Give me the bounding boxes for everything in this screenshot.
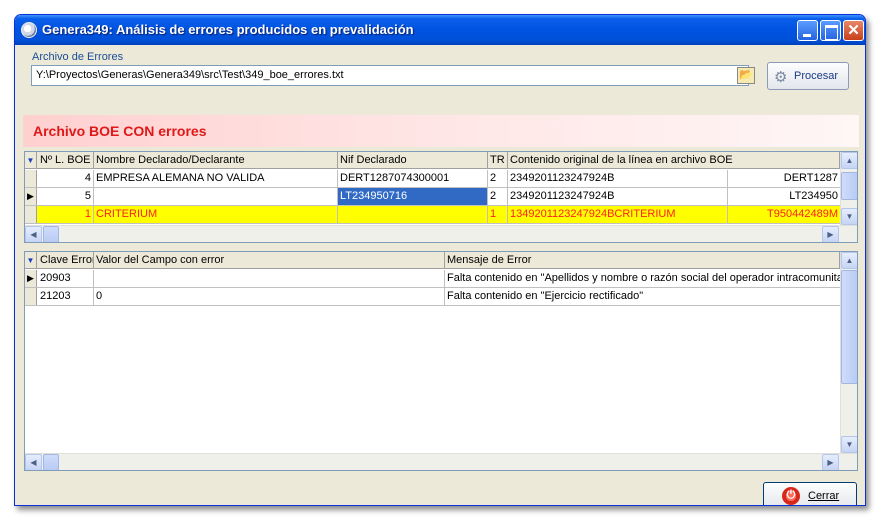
status-banner-text: Archivo BOE CON errores [33, 123, 207, 139]
scroll-left-icon[interactable]: ◀ [25, 454, 42, 470]
grid1-horizontal-scrollbar[interactable]: ◀ ▶ [25, 225, 857, 242]
scroll-thumb[interactable] [841, 270, 857, 384]
col-header-content[interactable]: Contenido original de la línea en archiv… [508, 152, 840, 169]
col-header-value[interactable]: Valor del Campo con error [94, 252, 445, 269]
browse-folder-button[interactable]: 📂 [737, 67, 755, 84]
cell-nif-selected[interactable]: LT234950716 [338, 188, 488, 205]
cell-value[interactable]: 0 [94, 288, 445, 305]
scroll-right-icon[interactable]: ▶ [822, 454, 839, 470]
power-icon: ⏻ [782, 487, 800, 505]
cell-tr[interactable]: 2 [488, 170, 508, 187]
file-path-field[interactable]: Y:\Proyectos\Generas\Genera349\src\Test\… [31, 65, 749, 86]
app-icon [21, 22, 37, 38]
cell-line[interactable]: 1 [38, 206, 94, 223]
close-icon: ✕ [847, 22, 860, 39]
close-window-button[interactable]: ✕ [843, 20, 864, 41]
table-row[interactable]: 21203 0 Falta contenido en "Ejercicio re… [25, 288, 840, 306]
cell-nif[interactable]: DERT1287074300001 [338, 170, 488, 187]
errors-grid[interactable]: ▼ Clave Error Valor del Campo con error … [24, 251, 858, 471]
col-header-line[interactable]: Nº L. BOE [38, 152, 94, 169]
process-button[interactable]: ⚙ Procesar [767, 62, 849, 90]
window-title: Genera349: Análisis de errores producido… [42, 22, 414, 37]
main-content: Archivo de Errores Y:\Proyectos\Generas\… [19, 45, 863, 505]
col-header-nif[interactable]: Nif Declarado [338, 152, 488, 169]
scroll-down-icon[interactable]: ▼ [841, 208, 857, 225]
file-label: Archivo de Errores [32, 51, 124, 63]
cell-line[interactable]: 5 [38, 188, 94, 205]
scroll-up-icon[interactable]: ▲ [841, 152, 857, 169]
scroll-up-icon[interactable]: ▲ [841, 252, 857, 269]
cell-content[interactable]: 2349201123247924B [508, 170, 728, 187]
cell-content-tail[interactable]: LT234950 [728, 188, 840, 205]
scroll-thumb[interactable] [43, 454, 59, 470]
row-indicator [25, 288, 37, 305]
status-banner: Archivo BOE CON errores [23, 115, 859, 147]
gear-icon: ⚙ [774, 69, 788, 86]
table-row[interactable]: 4 EMPRESA ALEMANA NO VALIDA DERT12870743… [25, 170, 840, 188]
app-window: Genera349: Análisis de errores producido… [14, 14, 866, 506]
sort-indicator-icon[interactable]: ▼ [25, 252, 37, 269]
table-row-error[interactable]: 1 CRITERIUM 1 1349201123247924BCRITERIUM… [25, 206, 840, 224]
row-indicator [25, 170, 37, 187]
scroll-right-icon[interactable]: ▶ [822, 226, 839, 242]
cell-message[interactable]: Falta contenido en "Ejercicio rectificad… [445, 288, 840, 305]
folder-icon: 📂 [739, 69, 753, 81]
grid2-vertical-scrollbar[interactable]: ▲ ▼ [840, 252, 857, 453]
grid1-vertical-scrollbar[interactable]: ▲ ▼ [840, 152, 857, 225]
scroll-down-icon[interactable]: ▼ [841, 436, 857, 453]
row-indicator [25, 206, 37, 223]
current-row-arrow-icon: ▶ [25, 188, 37, 205]
grid-header: ▼ Nº L. BOE Nombre Declarado/Declarante … [25, 152, 840, 169]
grid2-horizontal-scrollbar[interactable]: ◀ ▶ [25, 453, 857, 470]
scroll-left-icon[interactable]: ◀ [25, 226, 42, 242]
close-button-label: Cerrar [808, 490, 840, 502]
current-row-arrow-icon: ▶ [25, 270, 37, 287]
cell-code[interactable]: 20903 [38, 270, 94, 287]
maximize-button[interactable] [820, 20, 841, 41]
sort-indicator-icon[interactable]: ▼ [25, 152, 37, 169]
title-bar[interactable]: Genera349: Análisis de errores producido… [15, 15, 865, 45]
col-header-code[interactable]: Clave Error [38, 252, 94, 269]
col-header-message[interactable]: Mensaje de Error [445, 252, 840, 269]
cell-value[interactable] [94, 270, 445, 287]
cell-content-tail[interactable]: T950442489M [728, 206, 840, 223]
col-header-tr[interactable]: TR [488, 152, 508, 169]
cell-name[interactable]: CRITERIUM [94, 206, 338, 223]
cell-tr[interactable]: 1 [488, 206, 508, 223]
process-button-label: Procesar [794, 70, 839, 82]
boe-lines-grid[interactable]: ▼ Nº L. BOE Nombre Declarado/Declarante … [24, 151, 858, 243]
cell-content[interactable]: 2349201123247924B [508, 188, 728, 205]
scroll-thumb[interactable] [841, 172, 857, 200]
close-button[interactable]: ⏻ Cerrar [763, 482, 857, 505]
cell-content-tail[interactable]: DERT1287 [728, 170, 840, 187]
minimize-button[interactable] [797, 20, 818, 41]
cell-line[interactable]: 4 [38, 170, 94, 187]
cell-message[interactable]: Falta contenido en "Apellidos y nombre o… [445, 270, 840, 287]
table-row[interactable]: ▶ 20903 Falta contenido en "Apellidos y … [25, 270, 840, 288]
cell-content[interactable]: 1349201123247924BCRITERIUM [508, 206, 728, 223]
cell-name[interactable]: EMPRESA ALEMANA NO VALIDA [94, 170, 338, 187]
table-row[interactable]: ▶ 5 LT234950716 2 2349201123247924B LT23… [25, 188, 840, 206]
grid-header: ▼ Clave Error Valor del Campo con error … [25, 252, 840, 269]
cell-code[interactable]: 21203 [38, 288, 94, 305]
cell-tr[interactable]: 2 [488, 188, 508, 205]
col-header-name[interactable]: Nombre Declarado/Declarante [94, 152, 338, 169]
cell-name[interactable] [94, 188, 338, 205]
cell-nif[interactable] [338, 206, 488, 223]
scroll-thumb[interactable] [43, 226, 59, 242]
